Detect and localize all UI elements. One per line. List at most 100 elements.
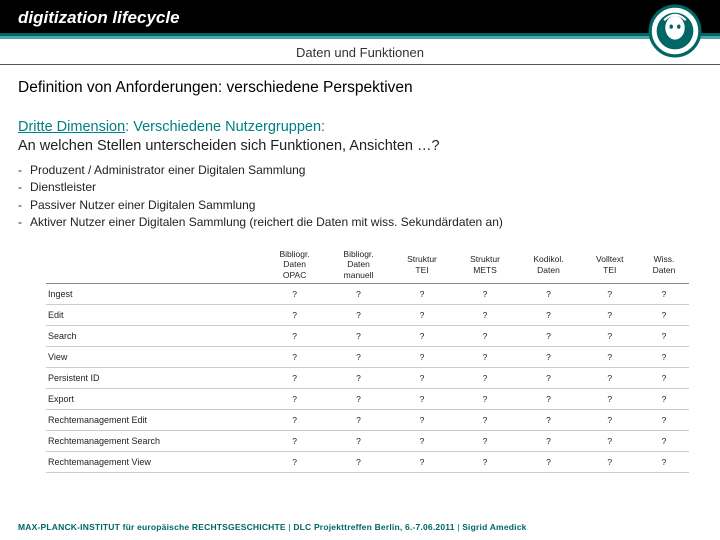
row-label: View: [46, 347, 263, 368]
cell: ?: [517, 389, 581, 410]
cell: ?: [263, 452, 327, 473]
cell: ?: [263, 389, 327, 410]
cell: ?: [517, 368, 581, 389]
cell: ?: [454, 326, 517, 347]
cell: ?: [639, 389, 689, 410]
cell: ?: [639, 326, 689, 347]
cell: ?: [454, 347, 517, 368]
cell: ?: [327, 368, 391, 389]
cell: ?: [639, 431, 689, 452]
dimension-rest: : Verschiedene Nutzergruppen:: [125, 119, 325, 135]
subtitle-bar: Daten und Funktionen: [0, 39, 720, 65]
row-label: Search: [46, 326, 263, 347]
cell: ?: [263, 368, 327, 389]
cell: ?: [391, 347, 454, 368]
cell: ?: [454, 410, 517, 431]
minerva-logo-icon: [648, 4, 702, 58]
col-header: Bibliogr.Datenmanuell: [327, 246, 391, 284]
list-item: Produzent / Administrator einer Digitale…: [18, 162, 702, 179]
list-item: Dienstleister: [18, 179, 702, 196]
cell: ?: [327, 410, 391, 431]
row-label: Rechtemanagement View: [46, 452, 263, 473]
table-row: Rechtemanagement Edit???????: [46, 410, 689, 431]
cell: ?: [639, 284, 689, 305]
col-blank: [46, 246, 263, 284]
col-header: Wiss.Daten: [639, 246, 689, 284]
cell: ?: [580, 431, 639, 452]
cell: ?: [580, 389, 639, 410]
cell: ?: [517, 347, 581, 368]
cell: ?: [263, 305, 327, 326]
bullet-list: Produzent / Administrator einer Digitale…: [18, 162, 702, 232]
cell: ?: [391, 305, 454, 326]
table-row: Rechtemanagement Search???????: [46, 431, 689, 452]
cell: ?: [327, 431, 391, 452]
col-header: StrukturMETS: [454, 246, 517, 284]
table-row: Export???????: [46, 389, 689, 410]
footer-institute: MAX-PLANCK-INSTITUT für europäische RECH…: [18, 522, 286, 532]
table-row: Rechtemanagement View???????: [46, 452, 689, 473]
table-row: View???????: [46, 347, 689, 368]
cell: ?: [454, 452, 517, 473]
cell: ?: [327, 305, 391, 326]
cell: ?: [327, 326, 391, 347]
col-header: Bibliogr.DatenOPAC: [263, 246, 327, 284]
cell: ?: [639, 452, 689, 473]
cell: ?: [639, 410, 689, 431]
dimension-line: Dritte Dimension: Verschiedene Nutzergru…: [18, 119, 702, 135]
table-body: Ingest???????Edit???????Search???????Vie…: [46, 284, 689, 473]
cell: ?: [639, 368, 689, 389]
cell: ?: [263, 284, 327, 305]
table-header-row: Bibliogr.DatenOPAC Bibliogr.Datenmanuell…: [46, 246, 689, 284]
cell: ?: [263, 431, 327, 452]
row-label: Ingest: [46, 284, 263, 305]
col-header: VolltextTEI: [580, 246, 639, 284]
table-row: Search???????: [46, 326, 689, 347]
cell: ?: [517, 452, 581, 473]
cell: ?: [580, 368, 639, 389]
dimension-label: Dritte Dimension: [18, 119, 125, 135]
cell: ?: [454, 284, 517, 305]
cell: ?: [391, 431, 454, 452]
col-header: StrukturTEI: [391, 246, 454, 284]
footer: MAX-PLANCK-INSTITUT für europäische RECH…: [18, 522, 702, 532]
requirements-table: Bibliogr.DatenOPAC Bibliogr.Datenmanuell…: [46, 246, 689, 474]
title-banner: digitization lifecycle: [0, 0, 720, 33]
cell: ?: [327, 452, 391, 473]
cell: ?: [580, 452, 639, 473]
cell: ?: [454, 368, 517, 389]
cell: ?: [580, 284, 639, 305]
row-label: Rechtemanagement Edit: [46, 410, 263, 431]
cell: ?: [517, 410, 581, 431]
cell: ?: [327, 347, 391, 368]
cell: ?: [639, 305, 689, 326]
subtitle: Daten und Funktionen: [296, 45, 424, 60]
row-label: Rechtemanagement Search: [46, 431, 263, 452]
cell: ?: [517, 284, 581, 305]
col-header: Kodikol.Daten: [517, 246, 581, 284]
footer-author: Sigrid Amedick: [462, 522, 526, 532]
table-row: Edit???????: [46, 305, 689, 326]
main-heading: Definition von Anforderungen: verschiede…: [18, 79, 702, 97]
row-label: Edit: [46, 305, 263, 326]
cell: ?: [580, 347, 639, 368]
cell: ?: [454, 389, 517, 410]
list-item: Aktiver Nutzer einer Digitalen Sammlung …: [18, 214, 702, 231]
cell: ?: [391, 452, 454, 473]
cell: ?: [327, 284, 391, 305]
page-title: digitization lifecycle: [18, 8, 180, 27]
header: digitization lifecycle Daten und Funktio…: [0, 0, 720, 65]
cell: ?: [454, 431, 517, 452]
cell: ?: [517, 326, 581, 347]
cell: ?: [517, 305, 581, 326]
cell: ?: [391, 368, 454, 389]
cell: ?: [391, 410, 454, 431]
question-line: An welchen Stellen unterscheiden sich Fu…: [18, 138, 702, 154]
cell: ?: [580, 326, 639, 347]
cell: ?: [391, 326, 454, 347]
table-row: Persistent ID???????: [46, 368, 689, 389]
cell: ?: [639, 347, 689, 368]
footer-event: DLC Projekttreffen Berlin, 6.-7.06.2011: [293, 522, 454, 532]
cell: ?: [454, 305, 517, 326]
cell: ?: [580, 410, 639, 431]
